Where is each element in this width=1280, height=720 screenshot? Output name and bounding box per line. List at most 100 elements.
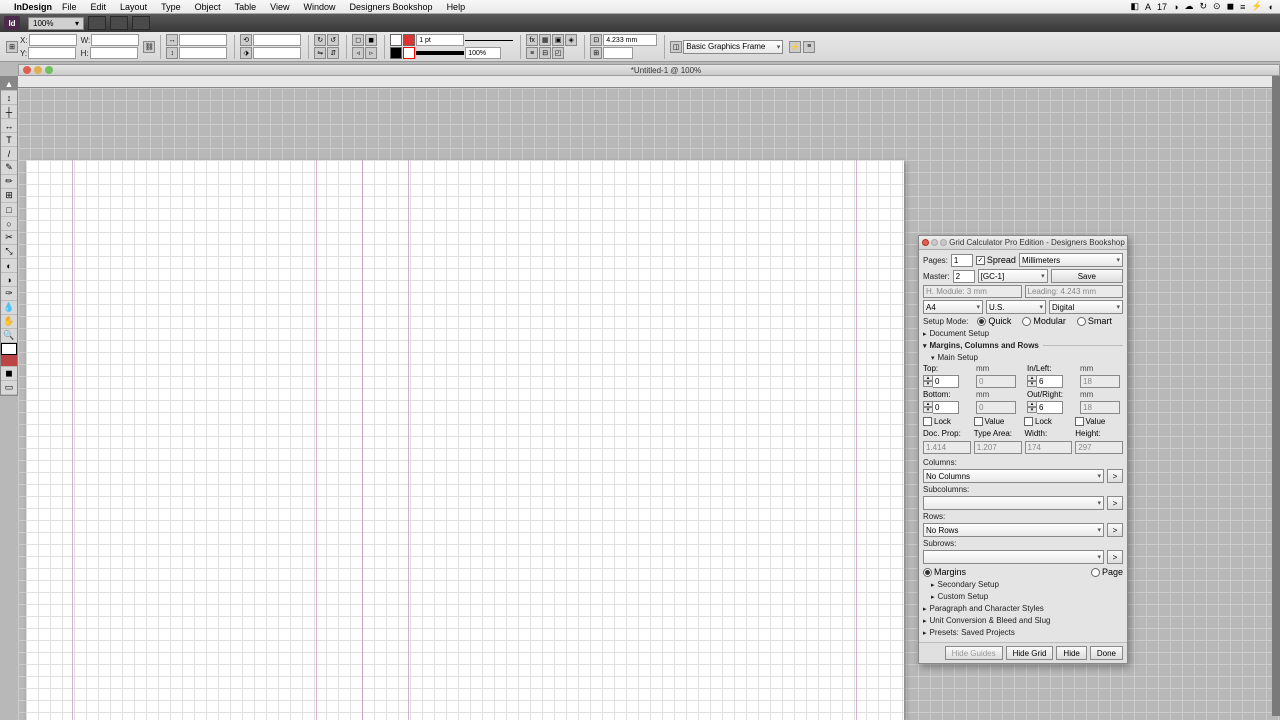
pen-tool[interactable]: ✎	[1, 161, 17, 175]
screen-mode-icon[interactable]: ▭	[1, 381, 17, 395]
menu-edit[interactable]: Edit	[91, 2, 107, 12]
y-field[interactable]	[28, 47, 76, 59]
flip-h-icon[interactable]: ⇋	[314, 47, 326, 59]
w-field[interactable]	[91, 34, 139, 46]
secondary-setup-section[interactable]: ▸Secondary Setup	[931, 580, 1123, 589]
page-radio[interactable]: Page	[1091, 567, 1123, 577]
menu-object[interactable]: Object	[195, 2, 221, 12]
mode-smart-radio[interactable]: Smart	[1077, 316, 1112, 326]
subcolumns-dropdown[interactable]	[923, 496, 1104, 510]
status-icon[interactable]: ≡	[1240, 2, 1245, 12]
effects-icon[interactable]: fx	[526, 34, 538, 46]
select-container-icon[interactable]: ◻	[352, 34, 364, 46]
shear-field[interactable]	[253, 47, 301, 59]
panel-minimize-icon[interactable]	[931, 239, 938, 246]
gap-tool[interactable]: ↔	[1, 119, 17, 133]
done-button[interactable]: Done	[1090, 646, 1123, 660]
ellipse-tool[interactable]: ○	[1, 217, 17, 231]
menu-help[interactable]: Help	[447, 2, 466, 12]
constrain-icon[interactable]: ⛓	[143, 41, 155, 53]
rows-next-button[interactable]: >	[1107, 523, 1123, 537]
stroke-none-icon[interactable]	[403, 47, 415, 59]
fill-color-swatch[interactable]	[1, 343, 17, 355]
subrows-next-button[interactable]: >	[1107, 550, 1123, 564]
inleft-spinner[interactable]: ▴▾	[1027, 375, 1077, 388]
stroke-swatch[interactable]	[390, 47, 402, 59]
menu-file[interactable]: File	[62, 2, 77, 12]
pencil-tool[interactable]: ✏	[1, 175, 17, 189]
hide-grid-button[interactable]: Hide Grid	[1006, 646, 1054, 660]
gradient-feather-tool[interactable]: ◑	[1, 273, 17, 287]
margin-guide[interactable]	[72, 160, 73, 720]
mode-modular-radio[interactable]: Modular	[1022, 316, 1066, 326]
rotate-cw-icon[interactable]: ↻	[314, 34, 326, 46]
spread-checkbox[interactable]: ✓Spread	[976, 255, 1016, 265]
fill-swatch[interactable]	[390, 34, 402, 46]
status-icon[interactable]: ◑	[1173, 2, 1178, 12]
stroke-color-swatch[interactable]	[1, 355, 17, 367]
line-tool[interactable]: /	[1, 147, 17, 161]
margins-radio[interactable]: Margins	[923, 567, 966, 577]
menu-type[interactable]: Type	[161, 2, 181, 12]
bottom-spinner[interactable]: ▴▾	[923, 401, 973, 414]
rows-dropdown[interactable]: No Rows	[923, 523, 1104, 537]
status-icon[interactable]: ◧	[1131, 1, 1140, 12]
menu-view[interactable]: View	[270, 2, 289, 12]
units-dropdown[interactable]: Millimeters	[1019, 253, 1123, 267]
margins-section[interactable]: ▾Margins, Columns and Rows	[923, 341, 1123, 350]
scale-x-field[interactable]	[179, 34, 227, 46]
wrap-column-icon[interactable]: ⊟	[539, 47, 551, 59]
panel-titlebar[interactable]: Grid Calculator Pro Edition - Designers …	[919, 236, 1127, 250]
hide-button[interactable]: Hide	[1056, 646, 1086, 660]
panel-menu-icon[interactable]: ≡	[803, 41, 815, 53]
status-icon[interactable]: ↻	[1200, 1, 1208, 12]
select-next-icon[interactable]: ▹	[365, 47, 377, 59]
save-button[interactable]: Save	[1051, 269, 1123, 283]
horizontal-ruler[interactable]	[18, 76, 1280, 88]
direct-selection-tool[interactable]: ↕	[1, 91, 17, 105]
zoom-tool[interactable]: 🔍	[1, 329, 17, 343]
status-icon[interactable]: ◼	[1227, 1, 1234, 12]
columns-dropdown[interactable]: No Columns	[923, 469, 1104, 483]
zoom-icon[interactable]	[45, 66, 53, 74]
selection-tool[interactable]: ▲	[1, 77, 17, 91]
note-tool[interactable]: ✑	[1, 287, 17, 301]
fit-content-icon[interactable]: ⊡	[590, 34, 602, 46]
column-guide[interactable]	[408, 160, 409, 720]
fill-diagonal-icon[interactable]	[403, 34, 415, 46]
gradient-tool[interactable]: ◐	[1, 259, 17, 273]
status-icon[interactable]: ⚡	[1251, 1, 1262, 12]
outright-spinner[interactable]: ▴▾	[1027, 401, 1077, 414]
scissors-tool[interactable]: ✂	[1, 231, 17, 245]
right-dock[interactable]	[1272, 76, 1280, 716]
panel-zoom-icon[interactable]	[940, 239, 947, 246]
leading-field[interactable]	[603, 34, 657, 46]
rotate-field[interactable]	[253, 34, 301, 46]
subcolumns-next-button[interactable]: >	[1107, 496, 1123, 510]
scale-y-icon[interactable]: ↕	[166, 47, 178, 59]
hide-guides-button[interactable]: Hide Guides	[945, 646, 1003, 660]
value-2-checkbox[interactable]: Value	[1075, 417, 1124, 426]
screen-mode-icon[interactable]	[110, 16, 128, 30]
status-icon[interactable]: ◐	[1269, 2, 1274, 12]
app-name[interactable]: InDesign	[14, 2, 52, 12]
lock-1-checkbox[interactable]: Lock	[923, 417, 972, 426]
zoom-field[interactable]: 100%▾	[28, 17, 84, 30]
top-spinner[interactable]: ▴▾	[923, 375, 973, 388]
flip-v-icon[interactable]: ⇵	[327, 47, 339, 59]
page-spread[interactable]	[26, 160, 904, 720]
stroke-weight-field[interactable]	[416, 34, 464, 46]
rotate-icon[interactable]: ⟲	[240, 34, 252, 46]
object-style-dropdown[interactable]: Basic Graphics Frame	[683, 40, 783, 54]
column-guide[interactable]	[856, 160, 857, 720]
tracking-field[interactable]	[603, 47, 633, 59]
rectangle-tool[interactable]: □	[1, 203, 17, 217]
subrows-dropdown[interactable]	[923, 550, 1104, 564]
document-titlebar[interactable]: *Untitled-1 @ 100%	[18, 64, 1280, 76]
shear-icon[interactable]: ⬗	[240, 47, 252, 59]
status-icon[interactable]: 17	[1157, 2, 1167, 12]
opacity-field[interactable]	[465, 47, 501, 59]
pages-field[interactable]	[951, 254, 973, 267]
status-icon[interactable]: ☁	[1185, 1, 1194, 12]
render-dropdown[interactable]: Digital	[1049, 300, 1123, 314]
